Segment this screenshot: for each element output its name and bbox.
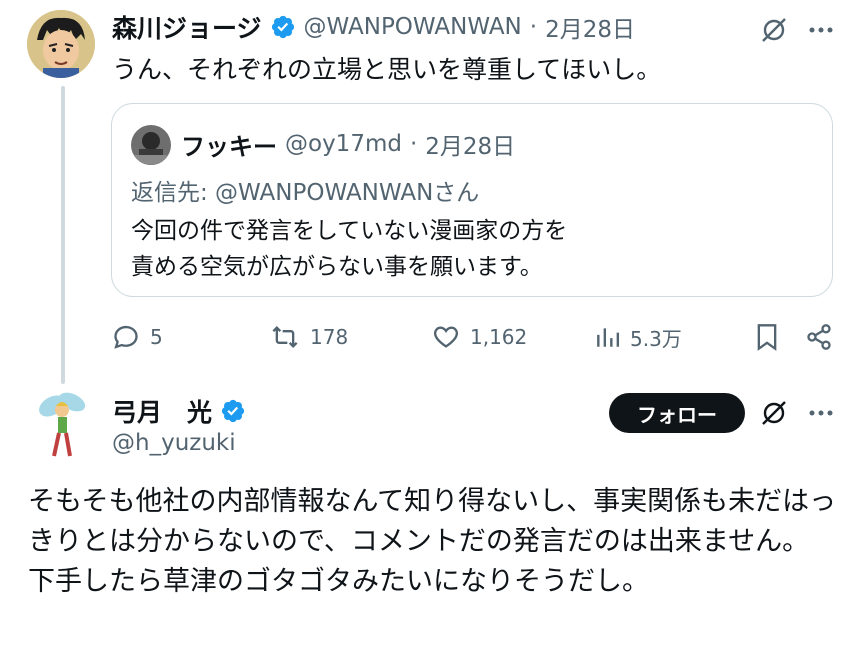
handle[interactable]: @WANPOWANWAN: [304, 14, 522, 40]
reply-icon: [112, 323, 140, 351]
avatar-morikawa[interactable]: [27, 10, 95, 78]
quote-text-line1: 今回の件で発言をしていない漫画家の方を: [131, 218, 568, 244]
tweet1-header: 森川ジョージ @WANPOWANWAN · 2月28日: [112, 10, 635, 44]
grok-icon[interactable]: [758, 14, 790, 46]
avatar-yuzuki[interactable]: [34, 388, 90, 460]
verified-icon: [220, 398, 246, 424]
like-count: 1,162: [470, 325, 528, 349]
repost-icon: [270, 323, 300, 351]
display-name-yuzuki[interactable]: 弓月 光: [112, 393, 212, 429]
repost-button[interactable]: 178: [270, 322, 348, 352]
share-icon[interactable]: [804, 322, 834, 352]
more-icon[interactable]: [805, 397, 837, 429]
quote-separator: ·: [409, 131, 418, 157]
thread-line: [61, 86, 65, 384]
follow-button[interactable]: フォロー: [609, 393, 745, 433]
reply-button[interactable]: 5: [112, 322, 163, 352]
quote-reply-to: 返信先: @WANPOWANWANさん: [131, 180, 480, 206]
quote-header: フッキー @oy17md · 2月28日: [181, 127, 515, 161]
display-name[interactable]: 森川ジョージ: [112, 9, 262, 45]
handle-yuzuki[interactable]: @h_yuzuki: [112, 430, 236, 456]
quote-text-line2: 責める空気が広がらない事を願います。: [131, 254, 543, 280]
bookmark-icon[interactable]: [752, 322, 782, 352]
quote-display-name: フッキー: [181, 132, 277, 161]
like-button[interactable]: 1,162: [432, 322, 527, 352]
avatar-fukkie: [131, 125, 171, 165]
repost-count: 178: [310, 325, 349, 349]
verified-icon: [270, 14, 296, 40]
more-icon[interactable]: [805, 14, 837, 46]
quote-handle: @oy17md: [285, 131, 402, 157]
views-button[interactable]: 5.3万: [594, 322, 682, 352]
quote-date: 2月28日: [425, 134, 516, 160]
reply-count: 5: [150, 325, 163, 349]
views-count: 5.3万: [630, 326, 682, 351]
like-icon: [432, 323, 460, 351]
tweet2-header: 弓月 光: [112, 394, 246, 428]
separator: ·: [529, 14, 538, 40]
tweet2-text: そもそも他社の内部情報なんて知り得ないし、事実関係も未だはっきりとは分からないの…: [28, 486, 837, 597]
grok-icon[interactable]: [758, 397, 790, 429]
tweet-date[interactable]: 2月28日: [545, 10, 635, 44]
views-icon: [594, 323, 620, 351]
tweet1-text: うん、それぞれの立場と思いを尊重してほいし。: [112, 55, 662, 84]
